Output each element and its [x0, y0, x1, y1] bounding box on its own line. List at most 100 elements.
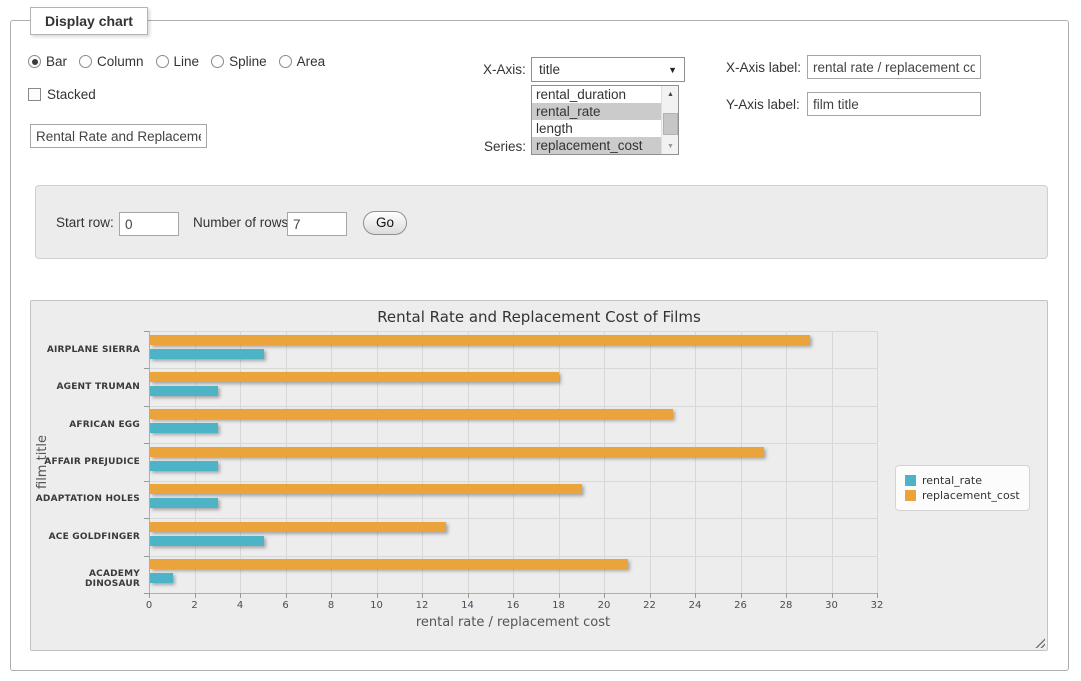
gridline-x-18: [559, 331, 560, 593]
x-axis-select[interactable]: title ▼: [531, 57, 685, 82]
bar-replacement_cost-african-egg[interactable]: [150, 409, 673, 419]
chart-type-radio-group: BarColumnLineSplineArea: [28, 54, 325, 69]
chart-title-input[interactable]: [30, 124, 207, 148]
bar-rental_rate-airplane-sierra[interactable]: [150, 349, 264, 359]
bar-rental_rate-adaptation-holes[interactable]: [150, 498, 218, 508]
radio-area[interactable]: [279, 55, 292, 68]
gridline-row-5: [149, 518, 877, 519]
bar-rental_rate-affair-prejudice[interactable]: [150, 461, 218, 471]
gridline-x-30: [832, 331, 833, 593]
gridline-row-4: [149, 481, 877, 482]
gridline-row-0: [149, 331, 877, 332]
gridline-row-6: [149, 556, 877, 557]
x-tickmark-28: [786, 593, 787, 598]
bar-rental_rate-academy-dinosaur[interactable]: [150, 573, 173, 583]
x-tickmark-32: [877, 593, 878, 598]
gridline-x-16: [513, 331, 514, 593]
legend-label-rental_rate: rental_rate: [922, 474, 982, 487]
number-of-rows-input[interactable]: [287, 212, 347, 236]
y-tickmark-6: [144, 556, 149, 557]
bar-replacement_cost-agent-truman[interactable]: [150, 372, 559, 382]
series-option-replacement_cost[interactable]: replacement_cost: [532, 137, 662, 154]
bar-replacement_cost-affair-prejudice[interactable]: [150, 447, 764, 457]
gridline-x-6: [286, 331, 287, 593]
series-options: rental_durationrental_ratelengthreplacem…: [532, 86, 678, 154]
gridline-x-8: [331, 331, 332, 593]
legend-item-rental_rate[interactable]: rental_rate: [905, 474, 1020, 487]
radio-label-area: Area: [297, 54, 326, 69]
series-option-rental_duration[interactable]: rental_duration: [532, 86, 662, 103]
x-tickmark-6: [286, 593, 287, 598]
y-tickmark-1: [144, 368, 149, 369]
x-tickmark-2: [195, 593, 196, 598]
gridline-x-22: [650, 331, 651, 593]
legend-item-replacement_cost[interactable]: replacement_cost: [905, 489, 1020, 502]
x-tickmark-20: [604, 593, 605, 598]
radio-spline[interactable]: [211, 55, 224, 68]
chart-type-option-spline: Spline: [211, 54, 267, 69]
x-axis-select-label: X-Axis:: [483, 62, 526, 77]
x-axis-label-input[interactable]: [807, 55, 981, 79]
scrollbar-thumb[interactable]: [663, 113, 678, 135]
scroll-down-icon[interactable]: ▼: [662, 138, 679, 154]
scroll-up-icon[interactable]: ▲: [662, 86, 679, 102]
legend-swatch-rental_rate: [905, 475, 916, 486]
fieldset-legend-title: Display chart: [30, 7, 148, 35]
y-axis-label-input[interactable]: [807, 92, 981, 116]
bar-rental_rate-agent-truman[interactable]: [150, 386, 218, 396]
bar-replacement_cost-academy-dinosaur[interactable]: [150, 559, 628, 569]
listbox-scrollbar[interactable]: ▲ ▼: [661, 86, 678, 154]
x-tick-label-26: 26: [734, 600, 747, 611]
series-option-rental_rate[interactable]: rental_rate: [532, 103, 662, 120]
y-tickmark-0: [144, 331, 149, 332]
x-tick-label-2: 2: [191, 600, 197, 611]
series-option-length[interactable]: length: [532, 120, 662, 137]
chart-x-axis-title: rental rate / replacement cost: [149, 615, 877, 630]
bar-replacement_cost-adaptation-holes[interactable]: [150, 484, 582, 494]
series-listbox[interactable]: rental_durationrental_ratelengthreplacem…: [531, 85, 679, 155]
bar-replacement_cost-airplane-sierra[interactable]: [150, 335, 810, 345]
gridline-x-28: [786, 331, 787, 593]
x-tickmark-18: [559, 593, 560, 598]
stacked-checkbox[interactable]: [28, 88, 41, 101]
x-tickmark-8: [331, 593, 332, 598]
gridline-row-3: [149, 443, 877, 444]
x-tick-label-32: 32: [871, 600, 884, 611]
radio-bar[interactable]: [28, 55, 41, 68]
radio-label-line: Line: [174, 54, 200, 69]
stacked-label: Stacked: [47, 87, 96, 102]
x-tick-label-6: 6: [282, 600, 288, 611]
start-row-input[interactable]: [119, 212, 179, 236]
x-tick-label-4: 4: [237, 600, 243, 611]
x-tickmark-24: [695, 593, 696, 598]
x-tick-label-30: 30: [825, 600, 838, 611]
chart-title: Rental Rate and Replacement Cost of Film…: [31, 308, 1047, 326]
category-label: ACADEMY DINOSAUR: [31, 569, 140, 589]
number-of-rows-label: Number of rows:: [193, 215, 292, 230]
y-tickmark-4: [144, 481, 149, 482]
radio-label-bar: Bar: [46, 54, 67, 69]
x-tickmark-4: [240, 593, 241, 598]
chart-type-option-area: Area: [279, 54, 326, 69]
category-label: AFFAIR PREJUDICE: [31, 457, 140, 467]
x-axis-label-field-label: X-Axis label:: [726, 60, 801, 75]
legend-label-replacement_cost: replacement_cost: [922, 489, 1020, 502]
gridline-x-32: [877, 331, 878, 593]
x-tickmark-30: [832, 593, 833, 598]
bar-rental_rate-ace-goldfinger[interactable]: [150, 536, 264, 546]
radio-column[interactable]: [79, 55, 92, 68]
category-label: AFRICAN EGG: [31, 420, 140, 430]
y-tickmark-7: [144, 593, 149, 594]
bar-rental_rate-african-egg[interactable]: [150, 423, 218, 433]
category-label: AGENT TRUMAN: [31, 382, 140, 392]
resize-handle-icon[interactable]: [1033, 636, 1045, 648]
go-button[interactable]: Go: [363, 211, 407, 235]
bar-replacement_cost-ace-goldfinger[interactable]: [150, 522, 446, 532]
x-tickmark-16: [513, 593, 514, 598]
x-tick-label-20: 20: [598, 600, 611, 611]
x-tick-label-28: 28: [780, 600, 793, 611]
stacked-option: Stacked: [28, 87, 96, 102]
radio-line[interactable]: [156, 55, 169, 68]
y-tickmark-5: [144, 518, 149, 519]
y-axis-label-field-label: Y-Axis label:: [726, 97, 800, 112]
